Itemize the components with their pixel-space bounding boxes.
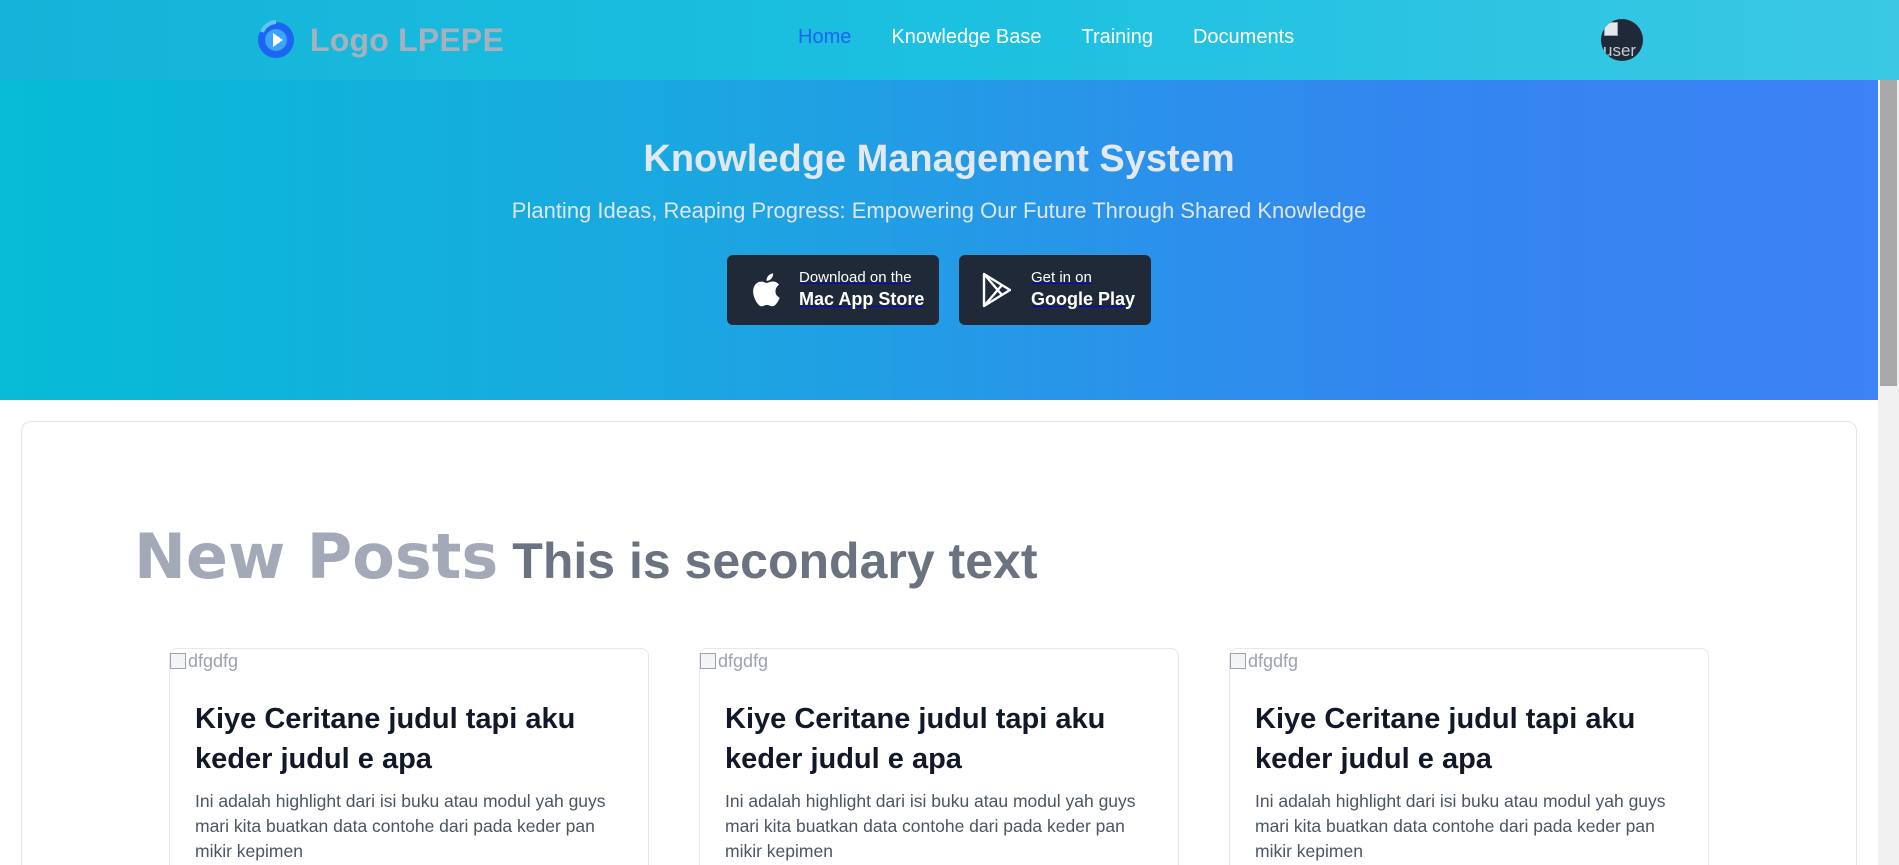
scrollbar-thumb[interactable] <box>1880 80 1897 386</box>
broken-image-icon <box>1230 653 1246 669</box>
post-title[interactable]: Kiye Ceritane judul tapi aku keder judul… <box>725 699 1145 779</box>
post-image: dfgdfg <box>1230 649 1298 673</box>
post-image-alt: dfgdfg <box>1248 650 1299 671</box>
apple-icon <box>753 273 780 307</box>
google-play-label: Google Play <box>1031 289 1136 309</box>
mac-app-store-button[interactable]: Download on the Mac App Store <box>727 255 939 325</box>
post-image: dfgdfg <box>700 649 768 673</box>
post-image-alt: dfgdfg <box>188 650 239 671</box>
mac-app-store-label: Mac App Store <box>799 289 925 309</box>
brand-name: Logo LPEPE <box>310 21 504 58</box>
broken-image-icon <box>700 653 716 669</box>
google-play-icon <box>982 272 1012 308</box>
post-excerpt: Ini adalah highlight dari isi buku atau … <box>1255 791 1666 861</box>
user-avatar[interactable]: user <box>1601 19 1643 61</box>
hero-subtitle: Planting Ideas, Reaping Progress: Empowe… <box>511 198 1367 223</box>
hero-title: Knowledge Management System <box>643 138 1235 180</box>
post-image-alt: dfgdfg <box>718 650 769 671</box>
logo-icon <box>258 20 294 58</box>
post-card[interactable]: dfgdfg Kiye Ceritane judul tapi aku kede… <box>1229 648 1709 865</box>
google-play-small-label: Get in on <box>1031 269 1092 286</box>
broken-image-icon <box>170 653 186 669</box>
main-nav: Home Knowledge Base Training Documents <box>798 26 1294 49</box>
section-subtitle: This is secondary text <box>512 533 1038 589</box>
post-title[interactable]: Kiye Ceritane judul tapi aku keder judul… <box>1255 699 1675 779</box>
nav-link-training[interactable]: Training <box>1081 26 1153 49</box>
post-title[interactable]: Kiye Ceritane judul tapi aku keder judul… <box>195 699 615 779</box>
section-title: New Posts <box>134 520 499 593</box>
post-excerpt: Ini adalah highlight dari isi buku atau … <box>725 791 1136 861</box>
nav-link-knowledge-base[interactable]: Knowledge Base <box>891 26 1041 49</box>
section-header: New Posts This is secondary text <box>134 520 1037 593</box>
broken-image-icon <box>1604 22 1618 36</box>
nav-link-home[interactable]: Home <box>798 26 851 49</box>
navbar: Logo LPEPE Home Knowledge Base Training … <box>0 0 1899 80</box>
google-play-button[interactable]: Get in on Google Play <box>959 255 1151 325</box>
post-image: dfgdfg <box>170 649 238 673</box>
post-card[interactable]: dfgdfg Kiye Ceritane judul tapi aku kede… <box>169 648 649 865</box>
post-card[interactable]: dfgdfg Kiye Ceritane judul tapi aku kede… <box>699 648 1179 865</box>
google-play-text: Get in on Google Play <box>1031 269 1135 311</box>
nav-link-documents[interactable]: Documents <box>1193 26 1294 49</box>
mac-app-store-text: Download on the Mac App Store <box>799 269 924 311</box>
mac-app-store-small-label: Download on the <box>799 269 912 286</box>
brand-logo[interactable]: Logo LPEPE <box>256 20 504 60</box>
hero-banner: Knowledge Management System Planting Ide… <box>0 80 1878 400</box>
avatar-alt-text: user <box>1603 41 1637 60</box>
post-excerpt: Ini adalah highlight dari isi buku atau … <box>195 791 606 861</box>
